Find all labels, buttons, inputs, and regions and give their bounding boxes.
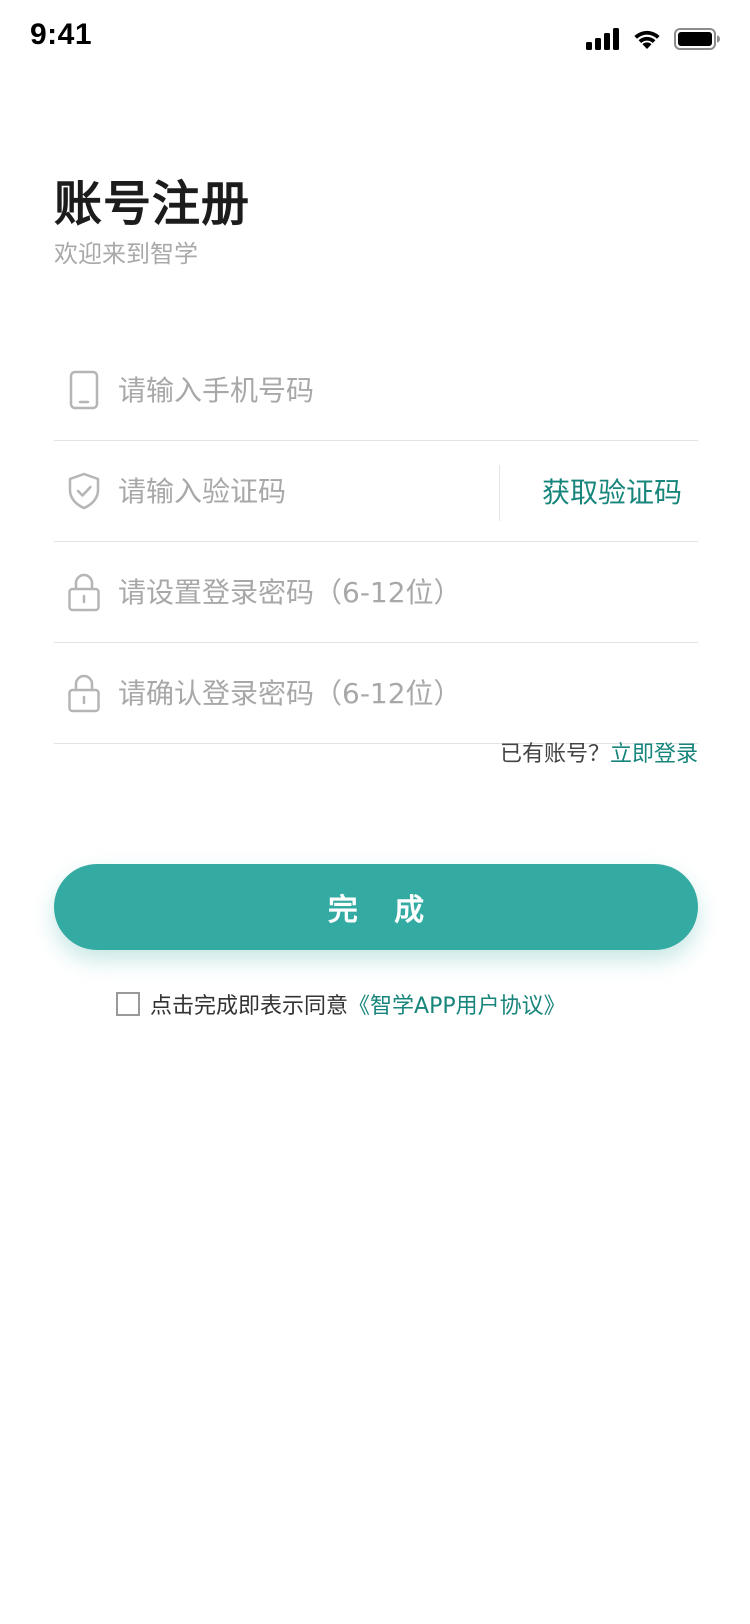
agreement-line: 点击完成即表示同意 《智学APP用户协议》 <box>116 988 566 1020</box>
code-field-row: 获取验证码 <box>54 441 698 542</box>
lock-icon <box>60 568 108 616</box>
shield-check-icon <box>60 467 108 515</box>
agreement-link[interactable]: 《智学APP用户协议》 <box>348 988 566 1020</box>
wifi-icon <box>634 30 660 49</box>
submit-button[interactable]: 完 成 <box>54 864 698 950</box>
phone-field-row <box>54 340 698 441</box>
login-link[interactable]: 立即登录 <box>610 742 698 767</box>
battery-icon <box>674 28 720 50</box>
lock-icon <box>60 669 108 717</box>
get-code-button[interactable]: 获取验证码 <box>542 471 682 511</box>
agreement-checkbox[interactable] <box>116 992 140 1016</box>
code-divider <box>499 465 500 521</box>
confirm-password-field-row <box>54 643 698 744</box>
confirm-password-input[interactable] <box>118 663 698 723</box>
page-subtitle: 欢迎来到智学 <box>54 240 198 268</box>
password-input[interactable] <box>118 562 698 622</box>
status-icons <box>586 24 720 54</box>
login-prompt: 已有账号？ <box>499 742 610 767</box>
agreement-text: 点击完成即表示同意 <box>150 994 349 1019</box>
register-form: 获取验证码 <box>54 340 698 744</box>
phone-icon <box>60 366 108 414</box>
signal-icon <box>586 28 619 50</box>
status-bar: 9:41 <box>0 0 750 88</box>
code-input[interactable] <box>118 461 478 521</box>
submit-button-label: 完 成 <box>327 894 439 927</box>
page-title: 账号注册 <box>54 176 251 232</box>
password-field-row <box>54 542 698 643</box>
login-line: 已有账号？立即登录 <box>500 736 698 768</box>
status-time: 9:41 <box>30 18 93 51</box>
phone-input[interactable] <box>118 360 698 420</box>
